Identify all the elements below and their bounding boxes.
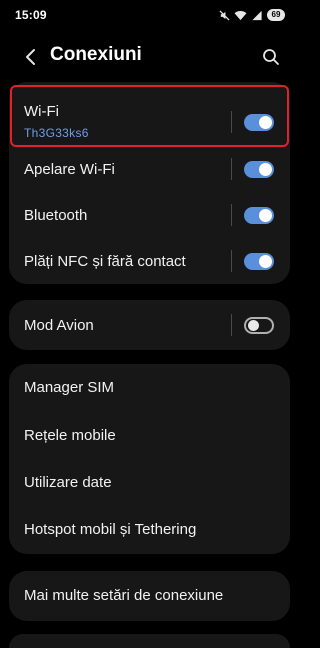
hotspot-label: Hotspot mobil și Tethering	[24, 521, 197, 538]
toggle-knob	[259, 116, 272, 129]
toggle-knob	[259, 255, 272, 268]
list-item-mobile-networks[interactable]: Rețele mobile	[9, 412, 290, 459]
status-time: 15:09	[15, 8, 47, 22]
mobile-networks-label: Rețele mobile	[24, 427, 116, 444]
bluetooth-label: Bluetooth	[24, 207, 88, 224]
cellular-signal-icon	[251, 10, 263, 21]
wifi-toggle[interactable]	[244, 114, 274, 131]
wifi-network-name: Th3G33ks6	[24, 126, 89, 140]
row-divider	[231, 111, 232, 133]
list-item-data-usage[interactable]: Utilizare date	[9, 459, 290, 506]
more-settings-label: Mai multe setări de conexiune	[24, 587, 224, 604]
row-divider	[231, 314, 232, 336]
connections-card: Wi-Fi Th3G33ks6 Apelare Wi-Fi Bluetooth …	[9, 82, 290, 284]
search-icon	[263, 49, 279, 65]
wifi-calling-row[interactable]: Apelare Wi-Fi	[9, 146, 290, 193]
mute-icon	[219, 9, 230, 21]
toggle-knob	[259, 163, 272, 176]
toggle-knob	[248, 320, 259, 331]
more-settings-card: Mai multe setări de conexiune	[9, 571, 290, 621]
wifi-calling-toggle[interactable]	[244, 161, 274, 178]
row-divider	[231, 158, 232, 180]
sim-manager-label: Manager SIM	[24, 379, 115, 396]
nfc-label: Plăți NFC și fără contact	[24, 253, 186, 270]
search-button[interactable]	[257, 43, 285, 71]
row-divider	[231, 204, 232, 226]
next-card-peek	[9, 634, 290, 648]
airplane-card: Mod Avion	[9, 300, 290, 350]
toggle-knob	[259, 209, 272, 222]
wifi-calling-label: Apelare Wi-Fi	[24, 161, 115, 178]
battery-icon: 69	[267, 9, 285, 21]
row-divider	[231, 250, 232, 272]
airplane-toggle[interactable]	[244, 317, 274, 334]
bluetooth-toggle[interactable]	[244, 207, 274, 224]
list-item-hotspot[interactable]: Hotspot mobil și Tethering	[9, 506, 290, 553]
wifi-signal-icon	[234, 10, 247, 21]
status-bar: 15:09 69	[0, 0, 299, 30]
header: Conexiuni	[0, 34, 299, 80]
wifi-row[interactable]: Wi-Fi Th3G33ks6	[9, 90, 290, 146]
more-settings-row[interactable]: Mai multe setări de conexiune	[9, 572, 290, 619]
airplane-row[interactable]: Mod Avion	[9, 302, 290, 349]
data-usage-label: Utilizare date	[24, 474, 112, 491]
wifi-label: Wi-Fi	[24, 103, 59, 120]
list-item-sim-manager[interactable]: Manager SIM	[9, 364, 290, 411]
page-title: Conexiuni	[50, 44, 142, 65]
back-button[interactable]	[16, 43, 44, 71]
network-card: Manager SIM Rețele mobile Utilizare date…	[9, 364, 290, 554]
status-icons: 69	[219, 8, 285, 22]
bluetooth-row[interactable]: Bluetooth	[9, 193, 290, 240]
chevron-left-icon	[26, 49, 35, 65]
nfc-toggle[interactable]	[244, 253, 274, 270]
airplane-label: Mod Avion	[24, 317, 94, 334]
nfc-row[interactable]: Plăți NFC și fără contact	[9, 239, 290, 284]
